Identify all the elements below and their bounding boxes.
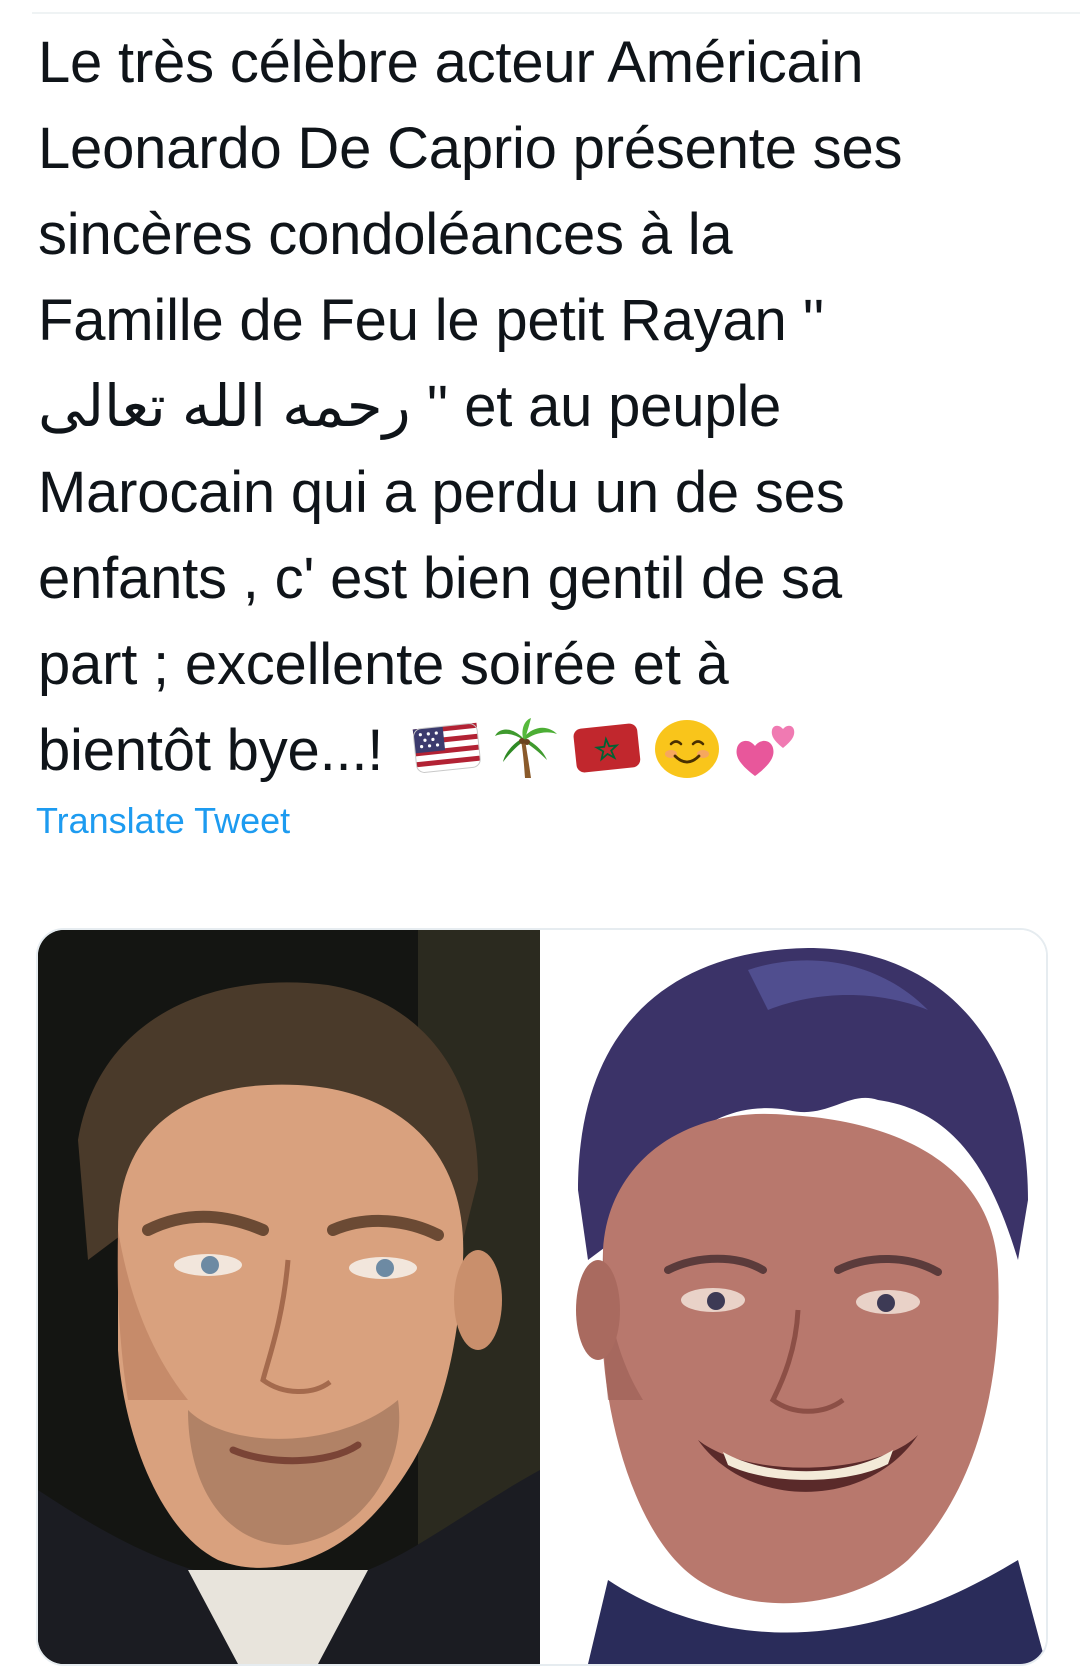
last-line-text: bientôt bye...! [38, 718, 384, 783]
tweet-line: Le très célèbre acteur Américain [38, 30, 864, 95]
us-flag-emoji [411, 718, 483, 780]
tweet-text: Le très célèbre acteur Américain Leonard… [38, 20, 1048, 794]
smiling-face-emoji [651, 718, 723, 780]
tweet-line: Leonardo De Caprio présente ses [38, 116, 903, 181]
man-portrait-photo[interactable] [38, 930, 540, 1664]
tweet-line: part ; excellente soirée et à [38, 632, 729, 697]
morocco-flag-emoji [571, 718, 643, 780]
tweet-line: Marocain qui a perdu un de ses [38, 460, 845, 525]
tweet-line-rest: '' et au peuple [426, 374, 782, 439]
tweet-last-line: bientôt bye...! [38, 708, 1048, 794]
emoji-row [411, 718, 803, 780]
tweet-line-arabic: رحمه الله تعالى '' et au peuple [38, 364, 1048, 450]
tweet-line: enfants , c' est bien gentil de sa [38, 546, 842, 611]
boy-portrait-photo[interactable] [548, 930, 1046, 1664]
tweet-line: Famille de Feu le petit Rayan '' [38, 288, 825, 353]
palm-tree-emoji [491, 718, 563, 780]
top-divider [32, 12, 1080, 14]
media-card[interactable] [36, 928, 1048, 1666]
arabic-text: رحمه الله تعالى [38, 374, 411, 439]
two-hearts-emoji [731, 718, 803, 780]
translate-tweet-link[interactable]: Translate Tweet [36, 800, 290, 842]
photo-divider [540, 930, 548, 1664]
tweet-line: sincères condoléances à la [38, 202, 733, 267]
